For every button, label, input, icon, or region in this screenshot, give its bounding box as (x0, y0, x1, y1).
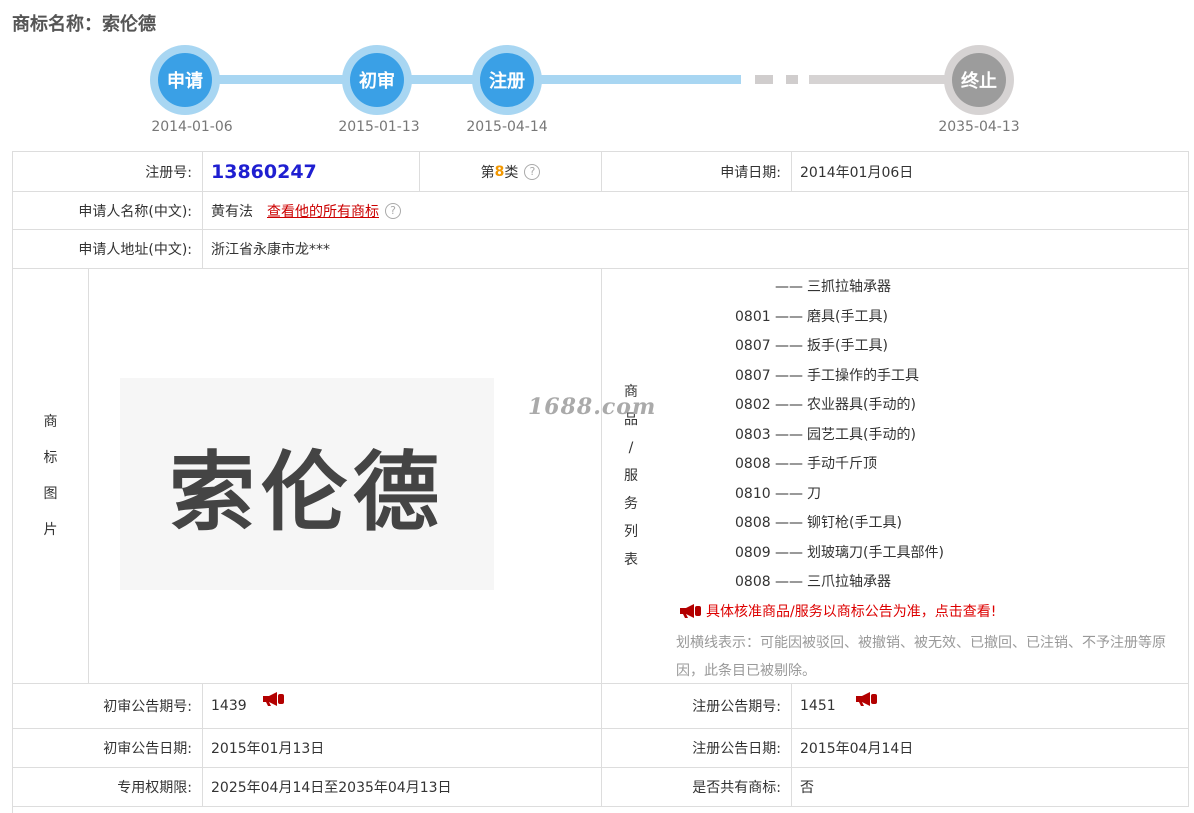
help-icon[interactable]: ? (524, 163, 541, 180)
goods-item-name: 手工操作的手工具 (807, 367, 919, 384)
reg-pub-no-label: 注册公告期号: (602, 684, 792, 729)
goods-item-name: 三抓拉轴承器 (807, 279, 891, 295)
image-label: 商 标 图 片 (13, 269, 89, 684)
timeline-gap (786, 75, 798, 84)
goods-cell (660, 269, 1189, 684)
goods-item: 0808 —— 手动千斤顶 (735, 456, 877, 472)
announcement-horn-icon[interactable] (854, 692, 878, 710)
reg-pub-date-label: 注册公告日期: (602, 729, 792, 768)
address: 浙江省永康市龙*** (203, 230, 1189, 269)
goods-item: 0807 —— 扳手(手工具) (735, 338, 888, 354)
goods-item-name: 磨具(手工具) (807, 308, 888, 325)
goods-hint: 划横线表示：可能因被驳回、被撤销、被无效、已撤回、已注销、不予注册等原因，此条目… (676, 635, 1166, 679)
goods-item: 0809 —— 划玻璃刀(手工具部件) (735, 544, 944, 561)
reg-pub-no: 1451 (800, 698, 836, 714)
announcement-horn-icon[interactable] (261, 692, 285, 710)
prelim-no-label: 初审公告期号: (13, 684, 203, 729)
trademark-image: 索伦德 (120, 378, 494, 590)
goods-item: 0801 —— 磨具(手工具) (735, 308, 888, 325)
applicant-name: 黄有法 (211, 203, 253, 220)
goods-item: 0810 —— 刀 (735, 485, 821, 502)
goods-item-name: 园艺工具(手动的) (807, 426, 916, 443)
address-label: 申请人地址(中文): (13, 230, 203, 269)
goods-item: —— 三抓拉轴承器 (775, 279, 891, 295)
timeline-node-register: 注册 (472, 45, 542, 115)
reg-no-label: 注册号: (13, 152, 203, 192)
class-number: 8 (494, 163, 505, 180)
goods-item-name: 铆钉枪(手工具) (807, 515, 902, 531)
goods-item: 0807 —— 手工操作的手工具 (735, 367, 919, 384)
goods-item-name: 刀 (807, 485, 821, 502)
prelim-no-cell: 1439 (203, 684, 602, 729)
goods-item-name: 农业器具(手动的) (807, 397, 916, 413)
reg-pub-date: 2015年04月14日 (792, 729, 1189, 768)
timeline-date: 2014-01-06 (151, 119, 233, 135)
trademark-text: 索伦德 (169, 441, 445, 543)
prelim-no: 1439 (211, 698, 247, 714)
shared-label: 是否共有商标: (602, 768, 792, 807)
goods-item-name: 划玻璃刀(手工具部件) (807, 544, 944, 561)
apply-date-label: 申请日期: (602, 152, 792, 192)
applicant-cell: 黄有法 查看他的所有商标 ? (203, 192, 1189, 230)
goods-item: 0808 —— 铆钉枪(手工具) (735, 515, 902, 531)
timeline-node-prelim: 初审 (342, 45, 412, 115)
prelim-date: 2015年01月13日 (203, 729, 602, 768)
goods-label: 商 品 / 服 务 列 表 (602, 269, 660, 684)
reg-pub-no-cell: 1451 (792, 684, 1189, 729)
reg-no: 13860247 (211, 160, 317, 183)
class-cell: 第8类 ? (420, 152, 602, 192)
view-all-trademarks-link[interactable]: 查看他的所有商标 (267, 201, 379, 221)
goods-item-name: 手动千斤顶 (807, 456, 877, 472)
goods-item: 0808 —— 三爪拉轴承器 (735, 574, 891, 590)
apply-date: 2014年01月06日 (792, 152, 1189, 192)
prelim-date-label: 初审公告日期: (13, 729, 203, 768)
timeline-date: 2015-01-13 (338, 119, 420, 135)
timeline-track-done (184, 75, 741, 84)
goods-item: 0803 —— 园艺工具(手动的) (735, 426, 916, 443)
help-icon[interactable]: ? (385, 202, 401, 219)
applicant-label: 申请人名称(中文): (13, 192, 203, 230)
shared-value: 否 (792, 768, 1189, 807)
watermark: 1688.com (528, 394, 657, 420)
goods-notice-link[interactable]: 具体核准商品/服务以商标公告为准，点击查看! (678, 601, 996, 621)
page-title: 商标名称：索伦德 (12, 14, 156, 35)
goods-item-name: 扳手(手工具) (807, 338, 888, 354)
announcement-horn-icon (678, 604, 701, 618)
timeline-gap (755, 75, 773, 84)
reg-no-cell: 13860247 (203, 152, 420, 192)
timeline-node-apply: 申请 (150, 45, 220, 115)
timeline-date: 2035-04-13 (938, 119, 1020, 135)
timeline-date: 2015-04-14 (466, 119, 548, 135)
goods-item-name: 三爪拉轴承器 (807, 574, 891, 590)
exclusive-label: 专用权期限: (13, 768, 203, 807)
timeline-node-end: 终止 (944, 45, 1014, 115)
exclusive-period: 2025年04月14日至2035年04月13日 (203, 768, 602, 807)
goods-item: 0802 —— 农业器具(手动的) (735, 397, 916, 413)
